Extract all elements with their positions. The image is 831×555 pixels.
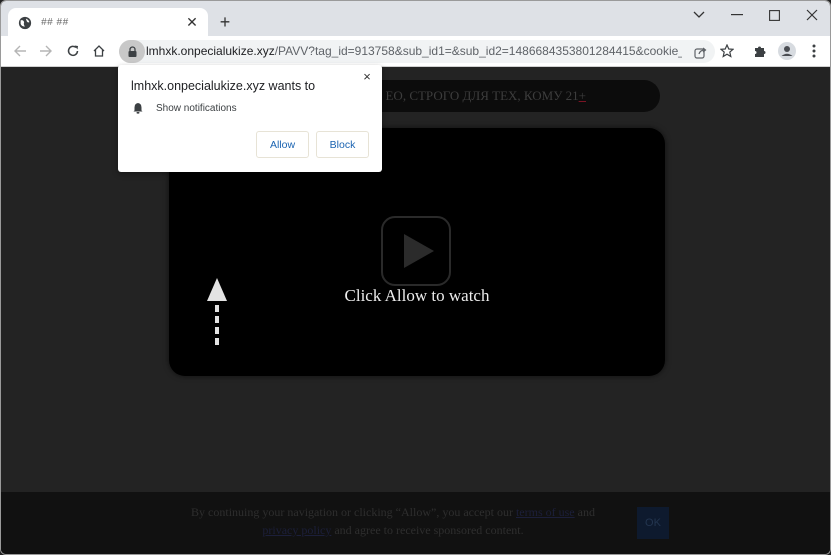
popup-close-icon[interactable]: ×	[360, 69, 374, 84]
url-text[interactable]: lmhxk.onpecialukize.xyz/PAVV?tag_id=9137…	[146, 44, 682, 58]
tab-title: ## ##	[41, 17, 69, 28]
age-warning-text: ЕО, СТРОГО ДЛЯ ТЕХ, КОМУ 21+	[385, 88, 586, 103]
url-path: /PAVV?tag_id=913758&sub_id1=&sub_id2=148…	[274, 44, 682, 58]
dashed-up-arrow-icon	[207, 278, 227, 345]
back-icon[interactable]	[9, 40, 31, 62]
url-host: lmhxk.onpecialukize.xyz	[146, 44, 275, 58]
terms-of-use-link[interactable]: terms of use	[516, 505, 575, 519]
menu-kebab-icon[interactable]	[804, 41, 824, 61]
popup-title: lmhxk.onpecialukize.xyz wants to	[131, 79, 316, 93]
allow-button[interactable]: Allow	[256, 131, 309, 158]
permission-label: Show notifications	[156, 103, 237, 114]
play-button[interactable]	[381, 216, 451, 286]
forward-icon[interactable]	[35, 40, 57, 62]
globe-icon	[18, 16, 32, 29]
cookie-consent-text: By continuing your navigation or clickin…	[191, 505, 595, 537]
new-tab-button[interactable]: +	[215, 12, 235, 32]
browser-toolbar: lmhxk.onpecialukize.xyz/PAVV?tag_id=9137…	[1, 36, 830, 67]
address-bar[interactable]: lmhxk.onpecialukize.xyz/PAVV?tag_id=9137…	[119, 40, 715, 63]
lock-icon	[128, 46, 136, 57]
browser-window: ## ## ✕ + lmhxk.onpecialukize.xyz/PAVV?t…	[0, 0, 831, 555]
click-allow-text: Click Allow to watch	[344, 286, 490, 305]
block-button[interactable]: Block	[316, 131, 369, 158]
share-icon[interactable]	[691, 43, 709, 61]
cookie-consent-bar: By continuing your navigation or clickin…	[1, 492, 830, 554]
extensions-puzzle-icon[interactable]	[750, 41, 770, 61]
play-icon	[404, 234, 434, 268]
browser-tab[interactable]: ## ## ✕	[8, 8, 208, 37]
minimize-icon[interactable]	[719, 1, 755, 29]
window-close-icon[interactable]	[794, 1, 830, 29]
notification-permission-popup: lmhxk.onpecialukize.xyz wants to × Show …	[118, 65, 382, 172]
home-icon[interactable]	[88, 40, 110, 62]
bell-icon	[133, 103, 143, 114]
reload-icon[interactable]	[62, 40, 84, 62]
site-info-button[interactable]	[119, 40, 145, 63]
cookie-ok-button[interactable]: OK	[637, 507, 669, 539]
tab-close-icon[interactable]: ✕	[184, 14, 200, 31]
tab-search-chevron-icon[interactable]	[681, 1, 717, 29]
privacy-policy-link[interactable]: privacy policy	[262, 523, 331, 537]
profile-avatar-icon[interactable]	[777, 41, 797, 61]
maximize-icon[interactable]	[756, 1, 792, 29]
tab-strip: ## ## ✕ +	[1, 1, 830, 37]
bookmark-star-icon[interactable]	[717, 41, 737, 61]
